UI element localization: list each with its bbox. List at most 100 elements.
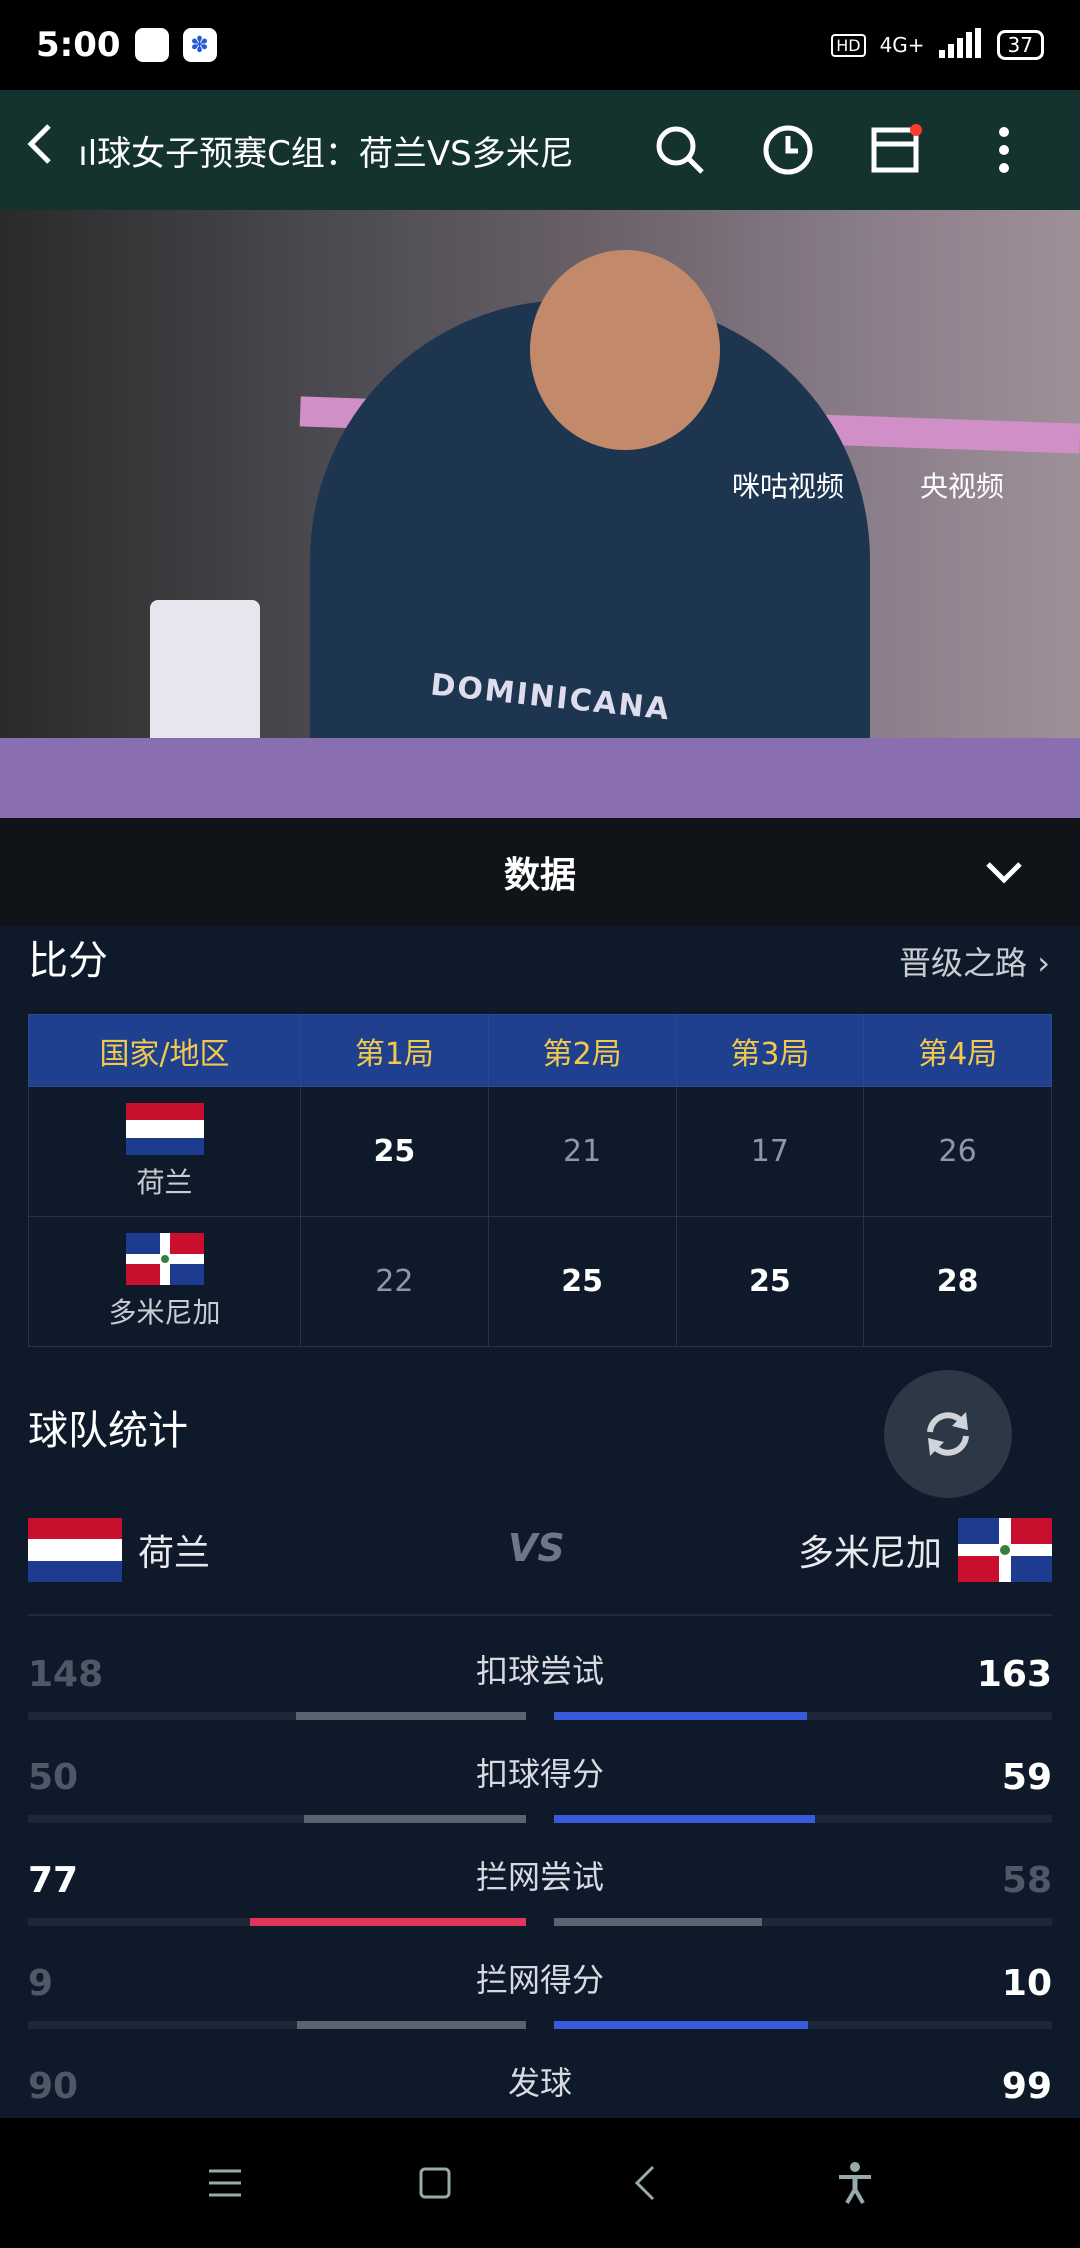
left-stat-track [28, 1712, 526, 1720]
messages-button[interactable] [842, 100, 950, 200]
right-stat-value: 163 [976, 1654, 1052, 1695]
data-sheet: 数据 比分 晋级之路 › 国家/地区 第1局 第2局 第3局 第4局 荷兰 25… [0, 818, 1080, 2132]
table-row: 多米尼加 22 25 25 28 [28, 1216, 1052, 1347]
left-stat-bar [250, 1918, 526, 1926]
hd-icon: HD [831, 33, 866, 57]
chevron-right-icon: › [1037, 944, 1050, 982]
score-section-title: 比分 [28, 938, 108, 984]
stat-row: 50 扣球得分 59 [28, 1745, 1052, 1845]
court-floor [0, 738, 1080, 818]
set-score: 25 [300, 1086, 489, 1217]
right-stat-bar [554, 1712, 807, 1720]
set-score: 26 [863, 1086, 1052, 1217]
right-stat-track [554, 1918, 1052, 1926]
col-header: 第1局 [300, 1014, 489, 1087]
stat-label: 拦网得分 [475, 1961, 604, 1999]
status-bar: 5:00 ▶ ✽ HD 4G+ 37 [0, 0, 1080, 90]
set-score: 25 [487, 1216, 677, 1347]
table-row: 荷兰 25 21 17 26 [28, 1086, 1052, 1217]
history-button[interactable] [734, 100, 842, 200]
stat-row: 77 拦网尝试 58 [28, 1848, 1052, 1948]
play-store-icon: ▶ [134, 28, 169, 62]
collapse-button[interactable] [984, 852, 1024, 901]
right-team-name: 多米尼加 [797, 1533, 942, 1574]
col-header: 国家/地区 [28, 1014, 301, 1087]
score-header-row: 国家/地区 第1局 第2局 第3局 第4局 [28, 1014, 1052, 1087]
left-stat-bar [304, 1815, 526, 1823]
left-team-name: 荷兰 [138, 1533, 211, 1574]
home-square-icon [419, 2167, 451, 2199]
sheet-header: 数据 [0, 818, 1080, 926]
netherlands-flag-icon [125, 1102, 204, 1155]
right-stat-track [554, 1815, 1052, 1823]
page-title: ıl球女子预赛C组：荷兰VS多米尼 [78, 133, 574, 174]
right-stat-bar [554, 1815, 815, 1823]
stat-label: 扣球尝试 [475, 1652, 604, 1690]
more-vertical-icon [999, 127, 1009, 173]
more-button[interactable] [950, 100, 1058, 200]
set-score: 17 [675, 1086, 865, 1217]
top-bar: ıl球女子预赛C组：荷兰VS多米尼 [0, 90, 1080, 210]
set-score: 28 [863, 1216, 1052, 1347]
mail-icon [871, 124, 922, 173]
right-stat-value: 59 [1001, 1757, 1052, 1798]
advancement-link[interactable]: 晋级之路 › [899, 938, 1050, 984]
col-header: 第2局 [487, 1014, 677, 1087]
system-back-button[interactable] [595, 2133, 695, 2233]
right-stat-track [554, 2021, 1052, 2029]
stat-row: 9 拦网得分 10 [28, 1951, 1052, 2051]
refresh-icon [927, 1412, 969, 1456]
stat-row: 148 扣球尝试 163 [28, 1642, 1052, 1742]
team-name: 荷兰 [136, 1165, 193, 1199]
menu-icon [209, 2169, 241, 2197]
set-score: 25 [675, 1216, 865, 1347]
netherlands-flag-icon [28, 1518, 122, 1582]
stat-label: 拦网尝试 [475, 1858, 604, 1896]
video-player[interactable]: DOMINICANA 咪咕视频 央视频 [0, 210, 1080, 818]
team-name: 多米尼加 [108, 1295, 221, 1329]
status-time: 5:00 [36, 25, 121, 65]
coach-head [530, 250, 720, 450]
menu-button[interactable] [175, 2133, 275, 2233]
dominican-flag-icon [125, 1232, 204, 1285]
col-header: 第4局 [863, 1014, 1052, 1087]
system-nav-bar [0, 2118, 1080, 2248]
dominican-flag-icon [958, 1518, 1052, 1582]
accessibility-icon [839, 2162, 871, 2204]
right-stat-value: 10 [1001, 1963, 1052, 2004]
clock-icon [763, 125, 813, 175]
team-stats-title: 球队统计 [28, 1408, 188, 1454]
team-versus-row: 荷兰 VS 多米尼加 [28, 1514, 1052, 1586]
right-stat-value: 58 [1001, 1860, 1052, 1901]
battery-indicator: 37 [996, 30, 1044, 60]
vs-label: VS [508, 1526, 565, 1570]
cctv-watermark: 央视频 [920, 470, 1005, 503]
back-triangle-icon [634, 2165, 655, 2201]
set-score: 22 [300, 1216, 489, 1347]
search-icon [656, 126, 704, 174]
stat-label: 扣球得分 [475, 1755, 604, 1793]
divider [28, 1614, 1052, 1616]
baidu-icon: ✽ [182, 28, 217, 62]
back-button[interactable] [0, 120, 78, 181]
left-stat-bar [296, 1712, 526, 1720]
advancement-link-label: 晋级之路 [899, 944, 1028, 982]
sheet-title: 数据 [503, 855, 576, 896]
search-button[interactable] [626, 100, 734, 200]
migu-watermark: 咪咕视频 [732, 470, 845, 503]
set-score: 21 [487, 1086, 677, 1217]
left-stat-track [28, 1918, 526, 1926]
col-header: 第3局 [675, 1014, 865, 1087]
left-stat-bar [297, 2021, 526, 2029]
network-label: 4G+ [879, 33, 925, 57]
accessibility-button[interactable] [805, 2133, 905, 2233]
right-stat-bar [554, 1918, 762, 1926]
right-stat-bar [554, 2021, 808, 2029]
home-button[interactable] [385, 2133, 485, 2233]
left-stat-track [28, 2021, 526, 2029]
refresh-button[interactable] [884, 1370, 1012, 1498]
score-table: 国家/地区 第1局 第2局 第3局 第4局 荷兰 25 21 17 26 多米尼… [28, 1014, 1052, 1347]
signal-icon [938, 27, 983, 63]
left-stat-track [28, 1815, 526, 1823]
right-stat-value: 99 [1001, 2066, 1052, 2107]
